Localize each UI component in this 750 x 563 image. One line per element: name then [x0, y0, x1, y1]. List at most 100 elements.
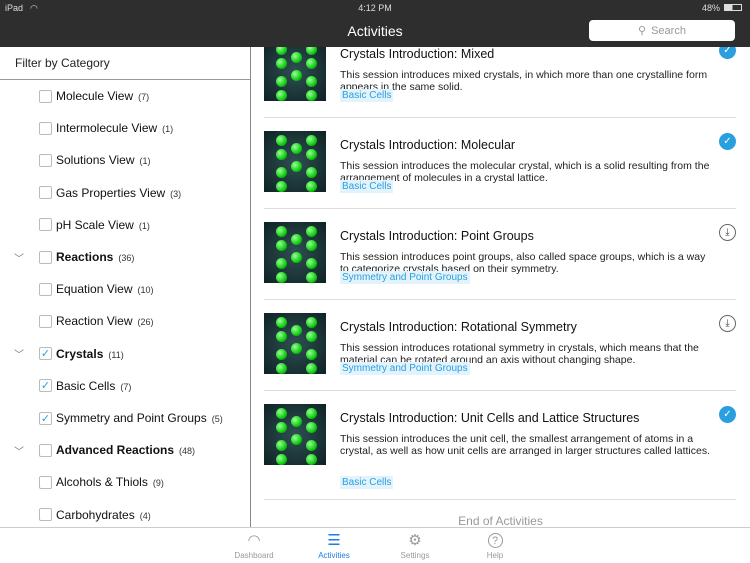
category-item[interactable]: Intermolecule View (1): [0, 116, 250, 140]
category-label: Reactions: [56, 250, 114, 264]
activity-thumbnail: [264, 131, 326, 192]
list-icon: ☰: [327, 532, 341, 549]
category-item[interactable]: ﹀ Reactions (36): [0, 245, 250, 269]
checkbox[interactable]: [39, 443, 52, 457]
activity-tag[interactable]: Symmetry and Point Groups: [340, 271, 470, 284]
category-item[interactable]: ✓ Basic Cells (7): [0, 374, 250, 398]
help-icon: ?: [460, 531, 530, 551]
category-label: Gas Properties View: [56, 185, 166, 200]
category-label: Alcohols & Thiols: [56, 475, 148, 490]
battery-icon: [724, 4, 742, 11]
category-count: (10): [137, 285, 154, 296]
checkbox[interactable]: [39, 121, 52, 135]
category-label: Reaction View: [56, 314, 133, 329]
category-label: Symmetry and Point Groups: [56, 411, 207, 425]
clock: 4:12 PM: [358, 3, 392, 13]
activity-item[interactable]: Crystals Introduction: Mixed This sessio…: [264, 47, 736, 118]
checkbox[interactable]: [39, 186, 52, 200]
category-label: Molecule View: [56, 89, 134, 103]
category-item[interactable]: ﹀ Advanced Reactions (48): [0, 438, 250, 462]
category-count: (26): [137, 317, 154, 328]
category-item[interactable]: ✓ Symmetry and Point Groups (5): [0, 406, 250, 430]
category-label: Solutions View: [56, 153, 135, 168]
category-count: (7): [120, 381, 132, 392]
category-item[interactable]: ﹀ ✓ Crystals (11): [0, 342, 250, 366]
checkbox[interactable]: [39, 250, 52, 264]
tab-settings[interactable]: ⚙ Settings: [380, 531, 450, 560]
activity-item[interactable]: Crystals Introduction: Rotational Symmet…: [264, 300, 736, 391]
category-label: Intermolecule View: [56, 121, 158, 136]
activity-title: Crystals Introduction: Unit Cells and La…: [340, 411, 640, 425]
category-count: (36): [118, 253, 135, 263]
category-label: pH Scale View: [56, 217, 134, 232]
category-label: Crystals: [56, 346, 104, 361]
activity-tag[interactable]: Symmetry and Point Groups: [340, 362, 470, 375]
checkbox[interactable]: [39, 282, 52, 296]
activity-thumbnail: [264, 222, 326, 283]
activity-item[interactable]: Crystals Introduction: Unit Cells and La…: [264, 391, 736, 500]
nav-bar: Activities ⚲ Search: [0, 15, 750, 47]
category-label: Advanced Reactions: [56, 443, 175, 458]
download-icon[interactable]: ⤓: [719, 224, 736, 241]
category-label: Basic Cells: [56, 378, 116, 393]
tab-bar: ◠ Dashboard ☰ Activities ⚙ Settings? Help: [0, 527, 750, 563]
download-icon[interactable]: ⤓: [719, 315, 736, 332]
category-item[interactable]: Equation View (10): [0, 277, 250, 301]
category-item[interactable]: Carbohydrates (4): [0, 503, 250, 527]
search-icon: ⚲: [638, 25, 647, 37]
filter-header: Filter by Category: [0, 47, 250, 80]
search-placeholder: Search: [651, 24, 686, 37]
activity-title: Crystals Introduction: Molecular: [340, 138, 516, 152]
tab-help[interactable]: ? Help: [460, 531, 530, 560]
activity-item[interactable]: Crystals Introduction: Point Groups This…: [264, 209, 736, 300]
category-item[interactable]: Reaction View (26): [0, 309, 250, 333]
checkbox[interactable]: ✓: [39, 379, 52, 393]
category-count: (3): [170, 188, 182, 199]
checkbox[interactable]: [39, 89, 52, 103]
activity-item[interactable]: Crystals Introduction: Molecular This se…: [264, 118, 736, 209]
activity-thumbnail: [264, 404, 326, 465]
category-filter-sidebar: Filter by Category Molecule View (7) Inter…: [0, 47, 251, 527]
chevron-down-icon[interactable]: ﹀: [14, 443, 26, 458]
checkbox[interactable]: [39, 508, 52, 522]
category-count: (4): [139, 510, 151, 521]
category-count: (1): [139, 156, 151, 167]
chevron-down-icon[interactable]: ﹀: [14, 250, 26, 265]
tab-activities[interactable]: ☰ Activities: [299, 531, 369, 560]
tab-label: Help: [486, 551, 504, 560]
activity-tag[interactable]: Basic Cells: [340, 89, 394, 102]
completed-check-icon: ✓: [719, 406, 736, 423]
category-item[interactable]: Molecule View (7): [0, 84, 250, 108]
checkbox[interactable]: [39, 475, 52, 489]
activity-tag[interactable]: Basic Cells: [340, 476, 394, 489]
category-count: (5): [211, 414, 223, 424]
category-item[interactable]: Solutions View (1): [0, 148, 250, 172]
search-input[interactable]: ⚲ Search: [589, 20, 735, 41]
category-label: Carbohydrates: [56, 507, 135, 522]
chevron-down-icon[interactable]: ﹀: [14, 346, 26, 361]
activity-description: This session introduces mixed crystals, …: [340, 69, 708, 93]
category-count: (9): [152, 478, 164, 489]
activity-thumbnail: [264, 47, 326, 101]
category-item[interactable]: pH Scale View (1): [0, 213, 250, 237]
activity-title: Crystals Introduction: Rotational Symmet…: [340, 320, 577, 334]
activity-description: This session introduces the unit cell, t…: [340, 433, 710, 457]
activity-list[interactable]: Crystals Introduction: Mixed This sessio…: [251, 47, 750, 527]
category-count: (48): [179, 446, 196, 457]
checkbox[interactable]: ✓: [39, 411, 52, 425]
completed-check-icon: ✓: [719, 47, 736, 59]
completed-check-icon: ✓: [719, 133, 736, 150]
activity-tag[interactable]: Basic Cells: [340, 180, 394, 193]
checkbox[interactable]: [39, 153, 52, 167]
tab-dashboard[interactable]: ◠ Dashboard: [219, 531, 289, 560]
category-item[interactable]: Alcohols & Thiols (9): [0, 470, 250, 494]
gauge-icon: ◠: [247, 532, 261, 549]
checkbox[interactable]: [39, 314, 52, 328]
checkbox[interactable]: [39, 218, 52, 232]
checkbox[interactable]: ✓: [39, 347, 52, 361]
gear-icon: ⚙: [408, 532, 422, 549]
category-item[interactable]: Gas Properties View (3): [0, 181, 250, 205]
tab-label: Activities: [318, 551, 350, 560]
status-bar: iPad ◠ 4:12 PM 48%: [0, 0, 750, 15]
activity-thumbnail: [264, 313, 326, 374]
